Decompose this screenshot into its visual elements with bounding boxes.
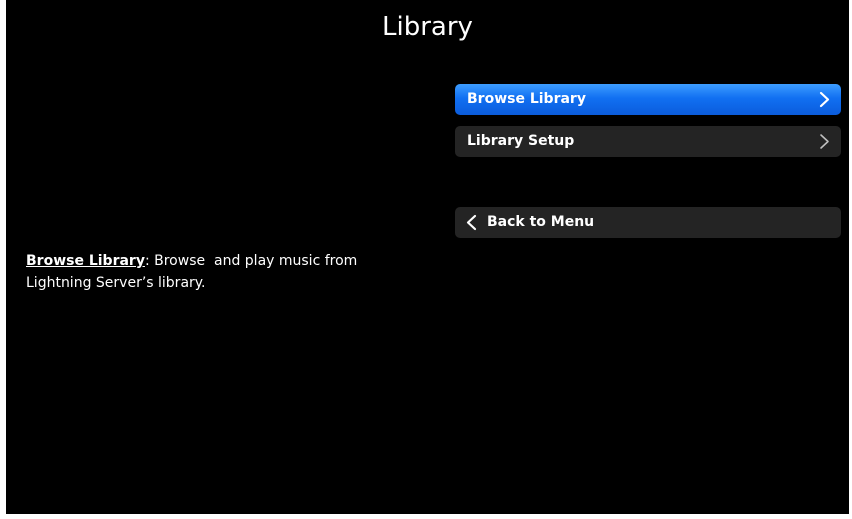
chevron-left-icon	[465, 207, 479, 238]
item-description: Browse Library: Browse and play music fr…	[26, 250, 406, 294]
back-to-menu-label: Back to Menu	[487, 214, 595, 230]
library-setup-button[interactable]: Library Setup	[455, 126, 841, 157]
page-title: Library	[382, 12, 473, 42]
description-separator: :	[144, 253, 155, 269]
browse-library-label: Browse Library	[467, 91, 586, 107]
library-screen: Library Browse Library Library Setup Bac…	[6, 0, 849, 514]
chevron-right-icon	[817, 84, 831, 115]
chevron-right-icon	[817, 126, 831, 157]
browse-library-button[interactable]: Browse Library	[455, 84, 841, 115]
description-term: Browse Library	[26, 253, 145, 269]
back-to-menu-button[interactable]: Back to Menu	[455, 207, 841, 238]
library-setup-label: Library Setup	[467, 133, 575, 149]
